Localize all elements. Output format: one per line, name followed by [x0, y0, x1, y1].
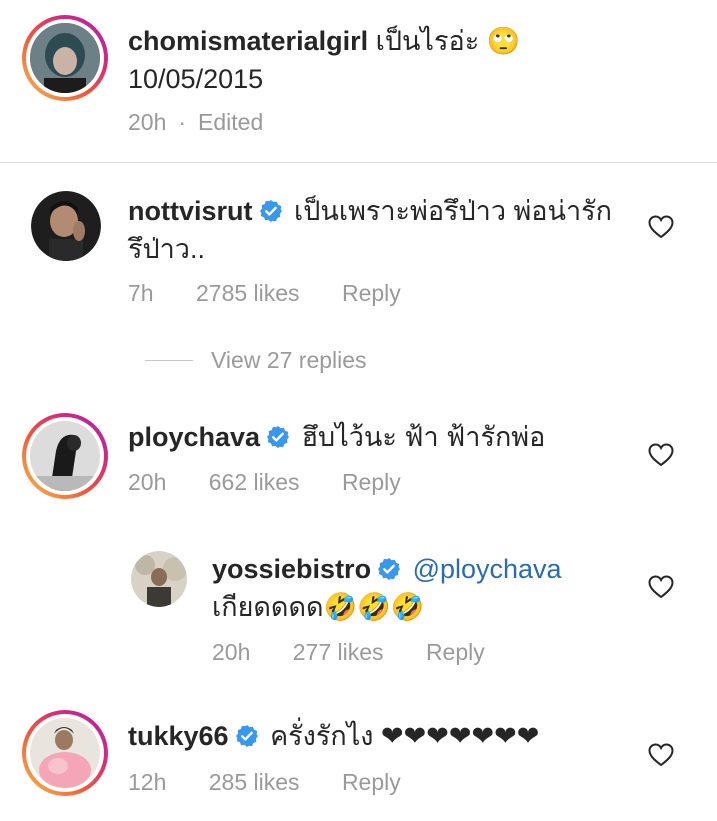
comment-text: ครั่งรักไง ❤❤❤❤❤❤❤ — [270, 721, 540, 751]
comment-meta: 12h 285 likes Reply — [128, 769, 437, 796]
comment-body: ploychava ฮึบไว้นะ ฟ้า ฟ้ารักพ่อ — [128, 418, 648, 456]
comment-text: เป็นเพราะพ่อรึป่าว พ่อน่ารัก — [294, 196, 612, 226]
verified-badge-icon — [377, 557, 401, 581]
heart-icon[interactable] — [648, 575, 674, 599]
separator-dot: · — [178, 109, 187, 135]
verified-badge-icon — [259, 199, 283, 223]
mention-link[interactable]: @ploychava — [413, 554, 562, 584]
reply-button[interactable]: Reply — [342, 769, 401, 795]
comment-text-continued: รึป่าว.. — [128, 234, 205, 264]
avatar[interactable] — [131, 551, 187, 607]
timestamp[interactable]: 20h — [128, 109, 166, 135]
username[interactable]: ploychava — [128, 422, 260, 452]
heart-icon[interactable] — [648, 215, 674, 239]
timestamp[interactable]: 20h — [128, 469, 166, 495]
comment-body: nottvisrut เป็นเพราะพ่อรึป่าว พ่อน่ารัก … — [128, 192, 648, 268]
comment-text: ฮึบไว้นะ ฟ้า ฟ้ารักพ่อ — [301, 422, 546, 452]
username[interactable]: chomismaterialgirl — [128, 26, 368, 56]
comment-body: tukky66 ครั่งรักไง ❤❤❤❤❤❤❤ — [128, 717, 648, 755]
comment-meta: 20h 662 likes Reply — [128, 469, 437, 496]
comment-meta: 20h 277 likes Reply — [212, 639, 521, 666]
reply-button[interactable]: Reply — [342, 280, 401, 306]
comment-meta: 7h 2785 likes Reply — [128, 280, 437, 307]
likes-count[interactable]: 277 likes — [293, 639, 384, 665]
comment-text: เป็นไรอ่ะ 🙄 — [375, 26, 521, 56]
comment-meta: 20h · Edited — [128, 109, 299, 136]
username[interactable]: yossiebistro — [212, 554, 371, 584]
profile-photo — [30, 718, 100, 788]
reply-button[interactable]: Reply — [426, 639, 485, 665]
timestamp[interactable]: 7h — [128, 280, 154, 306]
likes-count[interactable]: 662 likes — [209, 469, 300, 495]
profile-photo — [31, 191, 101, 261]
edited-label: Edited — [198, 109, 264, 135]
comment-body: chomismaterialgirl เป็นไรอ่ะ 🙄 10/05/201… — [128, 22, 688, 98]
likes-count[interactable]: 2785 likes — [196, 280, 300, 306]
view-replies-button[interactable]: View 27 replies — [145, 347, 367, 374]
comment-text: เกียดดดด🤣🤣🤣 — [212, 592, 425, 622]
verified-badge-icon — [266, 425, 290, 449]
likes-count[interactable]: 285 likes — [209, 769, 300, 795]
profile-photo — [30, 421, 100, 491]
heart-icon[interactable] — [648, 743, 674, 767]
avatar[interactable] — [22, 710, 108, 796]
comment-date: 10/05/2015 — [128, 64, 264, 94]
view-replies-label[interactable]: View 27 replies — [211, 347, 367, 374]
reply-button[interactable]: Reply — [342, 469, 401, 495]
username[interactable]: tukky66 — [128, 721, 229, 751]
replies-line — [145, 360, 193, 361]
reply-body: yossiebistro @ploychava เกียดดดด🤣🤣🤣 — [212, 550, 642, 626]
avatar[interactable] — [22, 15, 108, 101]
profile-photo — [30, 23, 100, 93]
profile-photo — [131, 551, 187, 607]
avatar[interactable] — [22, 413, 108, 499]
heart-icon[interactable] — [648, 443, 674, 467]
avatar[interactable] — [31, 191, 101, 261]
timestamp[interactable]: 12h — [128, 769, 166, 795]
divider — [0, 162, 717, 163]
username[interactable]: nottvisrut — [128, 196, 253, 226]
timestamp[interactable]: 20h — [212, 639, 250, 665]
verified-badge-icon — [235, 724, 259, 748]
